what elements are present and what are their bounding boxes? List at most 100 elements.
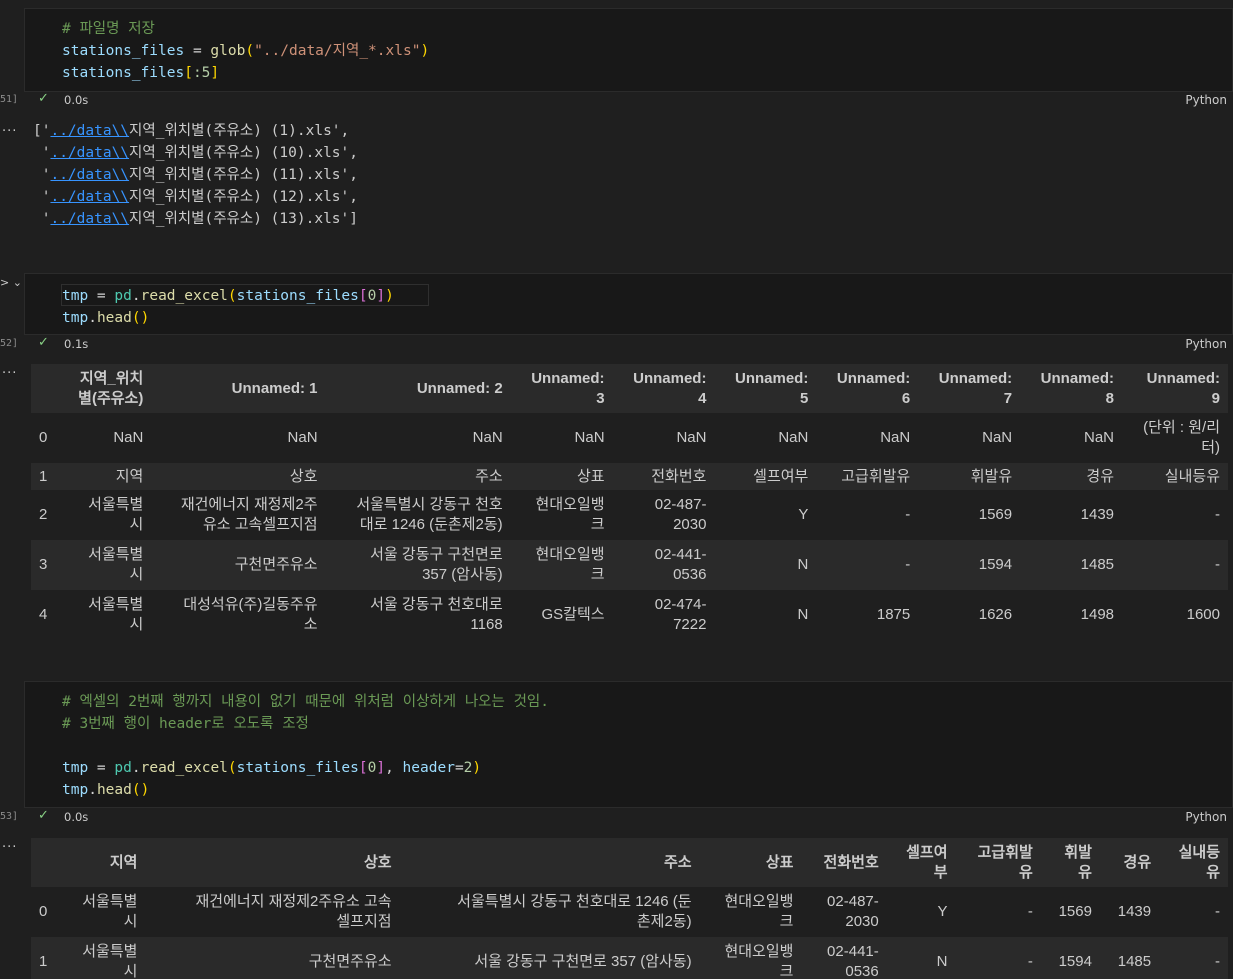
table-cell: 1485 xyxy=(1099,937,1160,979)
code-editor-1[interactable]: # 파일명 저장 stations_files = glob("../data/… xyxy=(62,18,429,84)
table-row: 3 서울특별 시 구천면주유소 서울 강동구 구천면로 357 (암사동) 현대오일뱅 크 02… xyxy=(31,540,1228,590)
table-cell: 셀프여부 xyxy=(714,463,817,490)
table-cell: N xyxy=(714,590,817,640)
code-token-var: stations_files xyxy=(62,43,185,59)
language-label[interactable]: Python xyxy=(1185,337,1227,351)
code-token-fn: head xyxy=(96,782,132,798)
output-menu-icon[interactable]: ... xyxy=(2,362,17,377)
table-row: 0 서울특별 시 재건에너지 재정제2주유소 고속 셀프지점 서울특별시 강동구 천호대로… xyxy=(31,887,1228,937)
collapse-chevron-icon[interactable]: > ⌄ xyxy=(0,276,22,289)
execution-time: 0.1s xyxy=(64,337,89,351)
language-label[interactable]: Python xyxy=(1185,93,1227,107)
table-cell: 현대오일뱅 크 xyxy=(510,540,613,590)
table-cell: 구천면주유소 xyxy=(151,540,326,590)
table-cell: NaN xyxy=(1020,413,1123,463)
table-cell: 서울 강동구 구천면로 357 (암사동) xyxy=(325,540,511,590)
code-token-bracket: [ xyxy=(184,65,193,81)
code-editor-3[interactable]: # 엑셀의 2번째 행까지 내용이 없기 때문에 위처럼 이상하게 나오는 것임… xyxy=(62,691,549,801)
code-token-keyword-arg: header xyxy=(402,760,455,776)
path-link[interactable]: ../data\\ xyxy=(50,145,129,161)
code-cell-2[interactable]: tmp = pd.read_excel(stations_files[0]) t… xyxy=(24,273,1233,335)
table-cell: - xyxy=(816,540,919,590)
row-index: 4 xyxy=(31,590,59,640)
language-label[interactable]: Python xyxy=(1185,810,1227,824)
code-token-string: "../data/지역_*.xls" xyxy=(254,43,421,59)
column-header: Unnamed: 7 xyxy=(918,364,1021,413)
path-link[interactable]: ../data\\ xyxy=(50,167,129,183)
path-link[interactable]: ../data\\ xyxy=(50,123,129,139)
code-token-paren: ) xyxy=(472,760,482,776)
code-token-bracket: ] xyxy=(376,760,386,776)
code-token-var: tmp xyxy=(62,288,89,304)
table-cell: 02-441- 0536 xyxy=(612,540,715,590)
table-cell: 재건에너지 재정제2주유소 고속셀프지점 xyxy=(145,887,400,937)
code-token-op: . xyxy=(88,782,97,798)
code-token-fn: head xyxy=(96,310,132,326)
table-cell: NaN xyxy=(510,413,613,463)
code-comment: # 3번째 행이 header로 오도록 조정 xyxy=(62,716,309,732)
table-row: 2 서울특별 시 재건에너지 재정제2주 유소 고속셀프지점 서울특별시 강동구 천호 대로… xyxy=(31,490,1228,540)
table-cell: 대성석유(주)길동주유 소 xyxy=(151,590,326,640)
column-header: Unnamed: 4 xyxy=(612,364,715,413)
column-header: 상호 xyxy=(145,838,400,887)
code-cell-3[interactable]: # 엑셀의 2번째 행까지 내용이 없기 때문에 위처럼 이상하게 나오는 것임… xyxy=(24,681,1233,808)
table-cell: N xyxy=(886,937,956,979)
table-cell: 서울특별 시 xyxy=(58,490,152,540)
column-header: Unnamed: 8 xyxy=(1020,364,1123,413)
code-editor-2[interactable]: tmp = pd.read_excel(stations_files[0]) t… xyxy=(62,285,394,329)
column-header: Unnamed: 3 xyxy=(510,364,613,413)
table-cell: 1626 xyxy=(918,590,1021,640)
code-token-var: stations_files xyxy=(236,760,359,776)
table-cell: 서울특별 시 xyxy=(60,887,146,937)
table-cell: 1600 xyxy=(1122,590,1228,640)
table-cell: 1569 xyxy=(918,490,1021,540)
table-cell: 고급휘발유 xyxy=(816,463,919,490)
row-index: 3 xyxy=(31,540,59,590)
table-cell: 서울 강동구 구천면로 357 (암사동) xyxy=(399,937,700,979)
code-token-op: = xyxy=(454,760,464,776)
code-token-module: pd xyxy=(114,760,132,776)
table-cell: - xyxy=(1122,540,1228,590)
table-cell: Y xyxy=(714,490,817,540)
code-token-paren: ( xyxy=(227,760,237,776)
table-cell: NaN xyxy=(612,413,715,463)
code-comment: # 엑셀의 2번째 행까지 내용이 없기 때문에 위처럼 이상하게 나오는 것임… xyxy=(62,694,550,710)
table-cell: - xyxy=(955,937,1041,979)
table-cell: - xyxy=(1159,887,1228,937)
table-cell: 02-487- 2030 xyxy=(612,490,715,540)
code-token-op: . xyxy=(131,288,141,304)
output-list: ['../data\\지역_위치별(주유소) (1).xls', '../dat… xyxy=(33,120,358,230)
table-cell: NaN xyxy=(714,413,817,463)
code-token-op: . xyxy=(88,310,97,326)
output-menu-icon[interactable]: ... xyxy=(2,836,17,851)
column-header: 전화번호 xyxy=(801,838,887,887)
table-row: 1 서울특별 시 구천면주유소 서울 강동구 구천면로 357 (암사동) 현대오일뱅 크 0… xyxy=(31,937,1228,979)
code-token-var: tmp xyxy=(62,310,89,326)
cell-status-row-2: ✓ 0.1s Python xyxy=(24,335,1233,355)
table-cell: 1439 xyxy=(1099,887,1160,937)
path-link[interactable]: ../data\\ xyxy=(50,189,129,205)
column-header: 지역 xyxy=(60,838,146,887)
output-menu-icon[interactable]: ... xyxy=(2,120,17,135)
code-cell-1[interactable]: # 파일명 저장 stations_files = glob("../data/… xyxy=(24,8,1233,92)
execution-count-1: 51] xyxy=(0,94,19,105)
row-index: 1 xyxy=(31,937,61,979)
code-token-var: stations_files xyxy=(62,65,185,81)
output-line: '../data\\지역_위치별(주유소) (12).xls', xyxy=(33,189,358,205)
cell-status-row-1: ✓ 0.0s Python xyxy=(24,91,1233,111)
check-icon: ✓ xyxy=(38,335,49,350)
code-token-op: = xyxy=(184,43,211,59)
table-cell: - xyxy=(1122,490,1228,540)
table-row: 1 지역 상호 주소 상표 전화번호 셀프여부 고급휘발유 휘발유 경유 실내등유 xyxy=(31,463,1228,490)
path-link[interactable]: ../data\\ xyxy=(50,211,129,227)
row-index: 0 xyxy=(31,413,59,463)
table-cell: NaN xyxy=(58,413,152,463)
table-cell: - xyxy=(955,887,1041,937)
table-cell: 지역 xyxy=(58,463,152,490)
table-cell: 상표 xyxy=(510,463,613,490)
table-cell: NaN xyxy=(151,413,326,463)
code-token-paren: ) xyxy=(420,43,430,59)
table-cell: 1594 xyxy=(918,540,1021,590)
execution-time: 0.0s xyxy=(64,810,89,824)
table-row: 4 서울특별 시 대성석유(주)길동주유 소 서울 강동구 천호대로 1168 GS칼텍스 02… xyxy=(31,590,1228,640)
